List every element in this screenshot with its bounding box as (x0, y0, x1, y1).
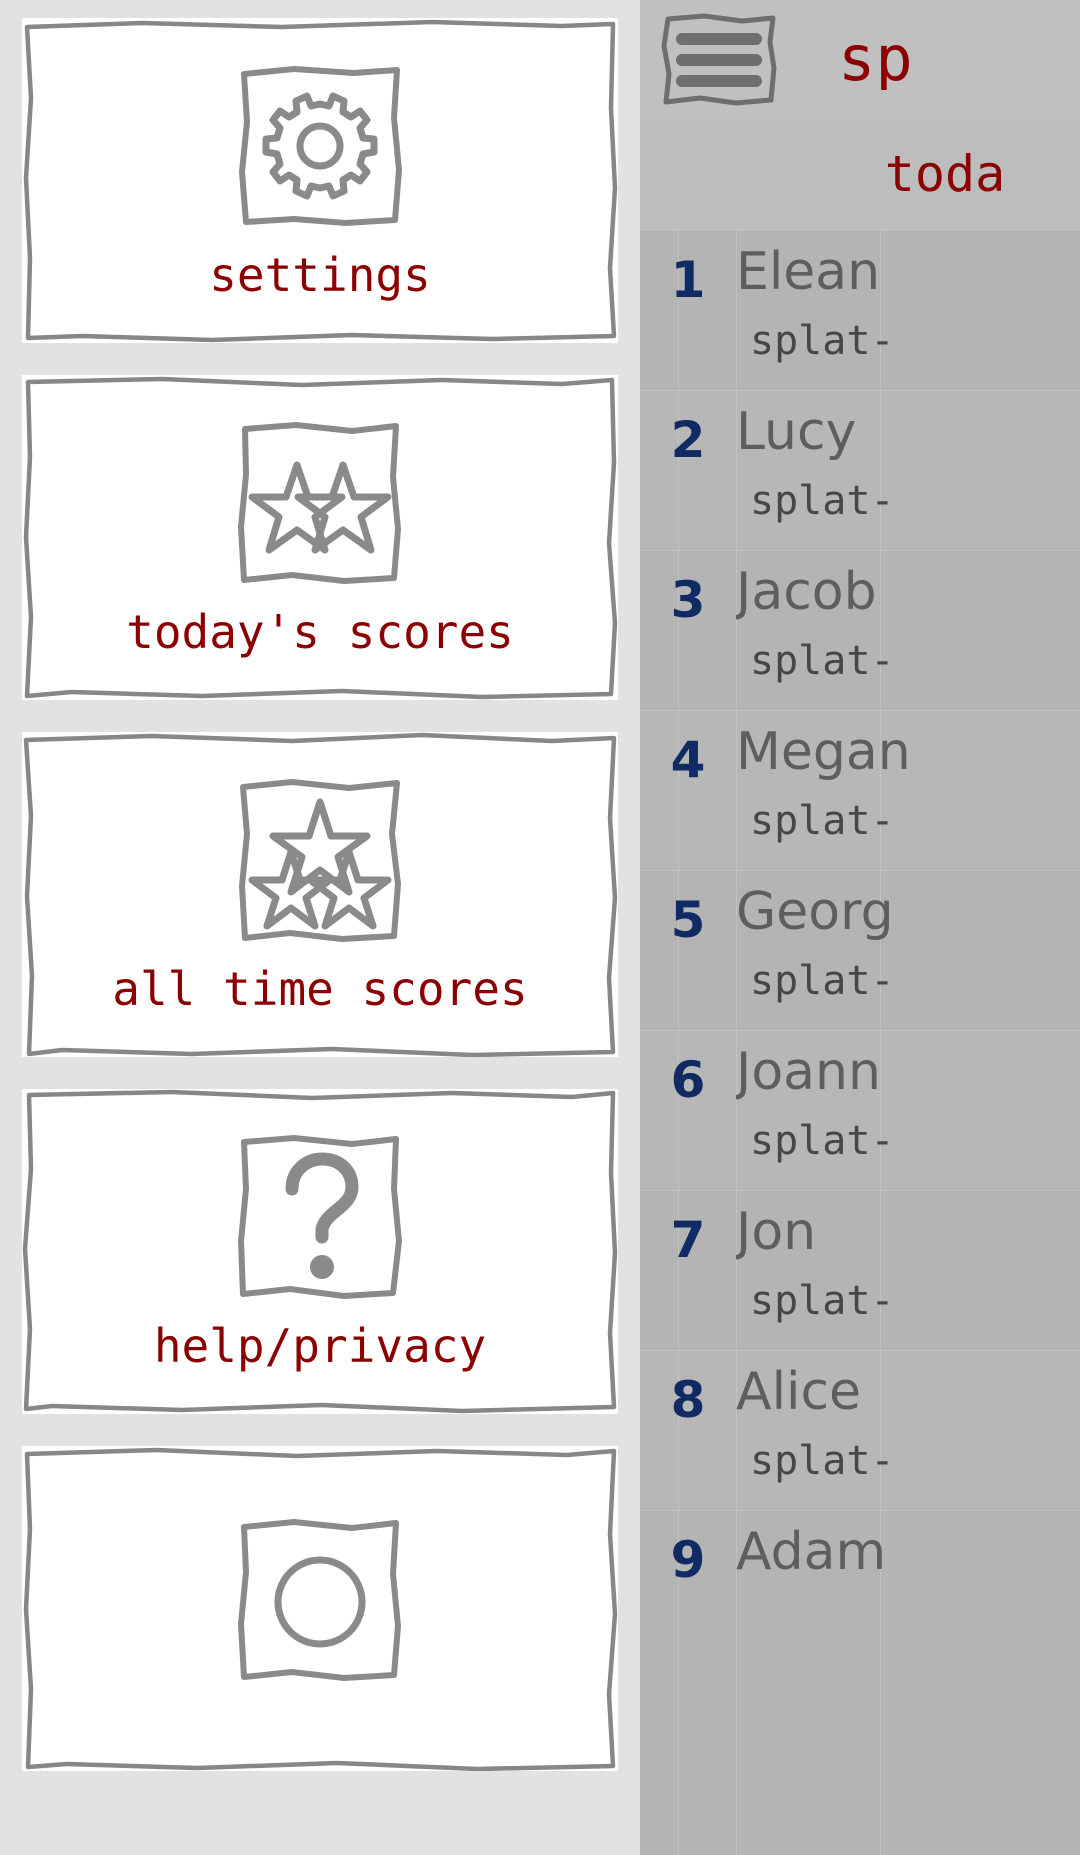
hamburger-icon[interactable] (660, 12, 778, 107)
two-stars-glyph (248, 461, 392, 554)
sidebar-item-partial[interactable] (22, 1446, 618, 1771)
hamburger-bars (676, 32, 762, 87)
table-row[interactable]: 5 Georg splat- (640, 870, 1080, 1030)
row-body: Megan splat- (736, 711, 1080, 844)
player-name: Alice (736, 1362, 862, 1422)
player-name: Jon (736, 1202, 817, 1262)
sidebar-item-label: settings (209, 248, 431, 303)
app-root: settings today's scores all time scores … (0, 0, 1080, 1855)
app-topbar: sp (640, 0, 1080, 118)
gear-icon (234, 60, 406, 232)
app-title: sp (838, 28, 913, 90)
scores-section-header: toda (640, 118, 1080, 230)
three-stars-icon (234, 774, 406, 946)
all-time-scores-card-content: all time scores (22, 774, 618, 1015)
row-body: Jon splat- (736, 1191, 1080, 1324)
sidebar-item-settings[interactable]: settings (22, 18, 618, 343)
sidebar-item-help-privacy[interactable]: help/privacy (22, 1089, 618, 1414)
circle-icon (234, 1514, 406, 1686)
three-stars-glyph (248, 798, 392, 930)
rank-number: 9 (670, 1531, 706, 1589)
scores-table: 1 Elean splat- 2 Lucy splat- 3 Jacob spl… (640, 230, 1080, 1855)
rank-number: 7 (670, 1211, 706, 1269)
row-body: Alice splat- (736, 1351, 1080, 1484)
scores-panel: sp toda 1 Elean splat- 2 Lucy splat- 3 J… (640, 0, 1080, 1855)
row-body: Adam (736, 1511, 1080, 1598)
player-name: Jacob (736, 562, 877, 622)
player-name: Megan (736, 722, 911, 782)
gear-glyph (262, 92, 378, 200)
help-privacy-card-content: help/privacy (22, 1131, 618, 1372)
rank-number: 4 (670, 731, 706, 789)
question-glyph (285, 1152, 359, 1280)
sidebar-item-all-time-scores[interactable]: all time scores (22, 732, 618, 1057)
sidebar-item-todays-scores[interactable]: today's scores (22, 375, 618, 700)
player-name: Joann (736, 1042, 881, 1102)
rank-number: 1 (670, 251, 706, 309)
rank-number: 6 (670, 1051, 706, 1109)
table-row[interactable]: 8 Alice splat- (640, 1350, 1080, 1510)
rank-number: 3 (670, 571, 706, 629)
rank-number: 2 (670, 411, 706, 469)
score-detail: splat- (750, 317, 895, 364)
question-mark-icon (234, 1131, 406, 1303)
rank-number: 8 (670, 1371, 706, 1429)
row-body: Elean splat- (736, 231, 1080, 364)
table-row[interactable]: 4 Megan splat- (640, 710, 1080, 870)
table-row[interactable]: 9 Adam (640, 1510, 1080, 1670)
partial-card-content (22, 1514, 618, 1704)
two-stars-icon (234, 417, 406, 589)
row-body: Georg splat- (736, 871, 1080, 1004)
score-detail: splat- (750, 1117, 895, 1164)
score-detail: splat- (750, 637, 895, 684)
row-body: Jacob splat- (736, 551, 1080, 684)
score-detail: splat- (750, 1277, 895, 1324)
sidebar-item-label: all time scores (112, 962, 528, 1017)
table-row[interactable]: 3 Jacob splat- (640, 550, 1080, 710)
player-name: Elean (736, 242, 881, 302)
rank-number: 5 (670, 891, 706, 949)
sidebar-menu: settings today's scores all time scores … (0, 0, 640, 1855)
score-detail: splat- (750, 957, 895, 1004)
score-detail: splat- (750, 1437, 895, 1484)
player-name: Lucy (736, 402, 857, 462)
settings-card-content: settings (22, 60, 618, 301)
score-detail: splat- (750, 797, 895, 844)
table-row[interactable]: 7 Jon splat- (640, 1190, 1080, 1350)
scores-section-title: toda (884, 145, 1006, 203)
circle-glyph (274, 1556, 366, 1647)
table-row[interactable]: 1 Elean splat- (640, 230, 1080, 390)
player-name: Georg (736, 882, 894, 942)
todays-scores-card-content: today's scores (22, 417, 618, 658)
row-body: Lucy splat- (736, 391, 1080, 524)
score-detail: splat- (750, 477, 895, 524)
sidebar-item-label: today's scores (126, 605, 514, 660)
row-body: Joann splat- (736, 1031, 1080, 1164)
table-row[interactable]: 2 Lucy splat- (640, 390, 1080, 550)
sidebar-item-label: help/privacy (153, 1319, 487, 1374)
table-row[interactable]: 6 Joann splat- (640, 1030, 1080, 1190)
player-name: Adam (736, 1522, 887, 1582)
